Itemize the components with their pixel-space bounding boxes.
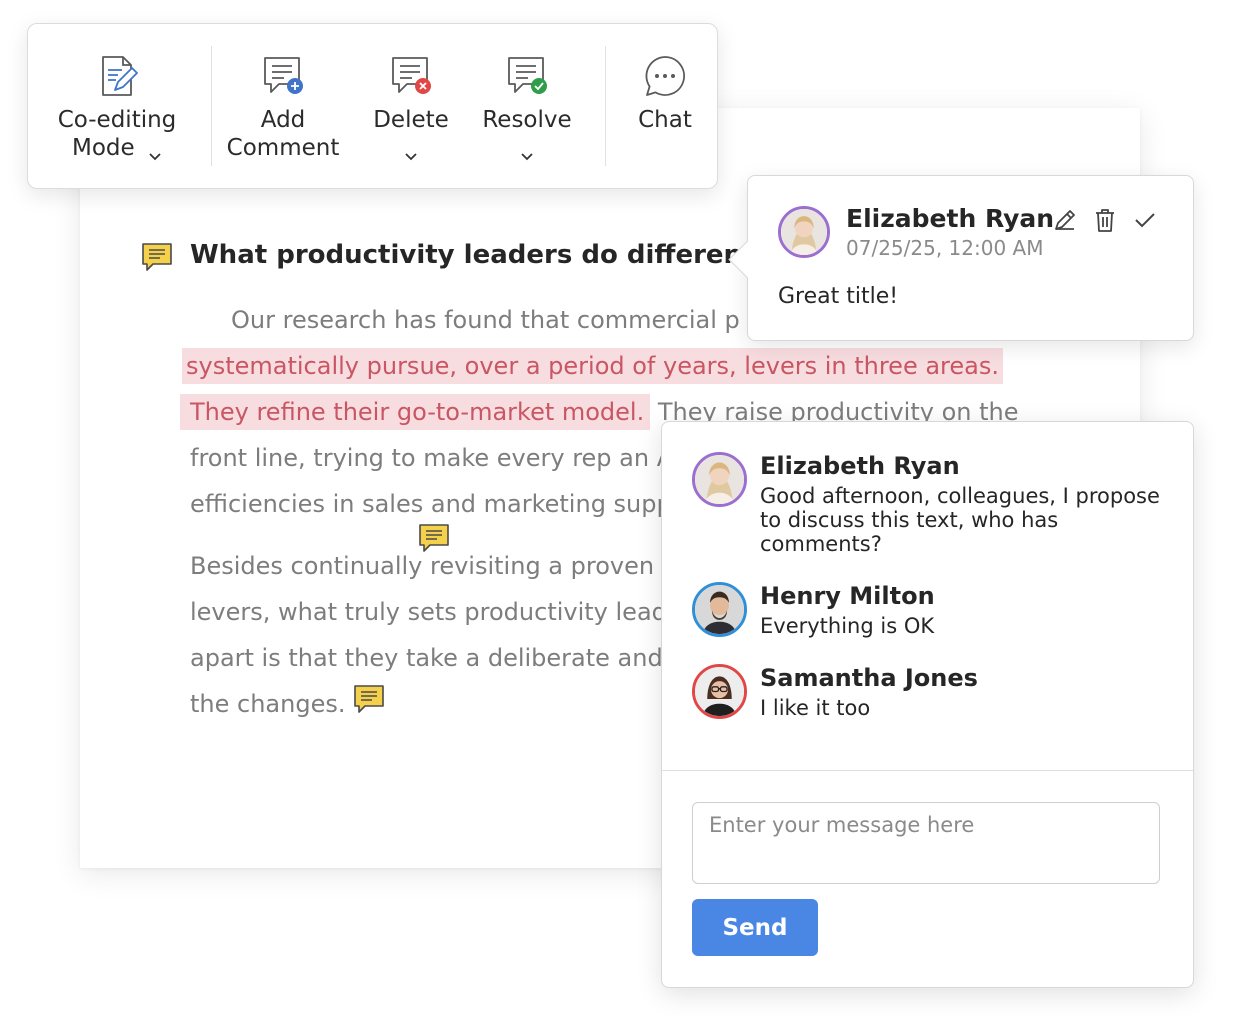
- chat-divider: [662, 770, 1193, 771]
- add-comment-button[interactable]: Add Comment: [224, 24, 342, 188]
- comment-marker-icon[interactable]: [353, 684, 385, 714]
- chat-author: Henry Milton: [760, 582, 935, 610]
- chat-message-input[interactable]: [692, 802, 1160, 884]
- edit-icon[interactable]: [1051, 206, 1079, 234]
- toolbar-label: Comment: [226, 135, 340, 161]
- comment-marker-icon[interactable]: [418, 523, 450, 553]
- delete-comment-icon: [389, 54, 433, 98]
- paragraph-line: efficiencies in sales and marketing supp: [190, 490, 672, 518]
- comment-marker-icon[interactable]: [141, 242, 173, 272]
- chat-message: Samantha Jones I like it too: [692, 664, 1173, 724]
- review-toolbar: Co-editing Mode Add Comment Delete Resol…: [27, 23, 718, 189]
- add-comment-icon: [261, 54, 305, 98]
- chevron-down-icon: [520, 142, 534, 160]
- comment-author: Elizabeth Ryan: [846, 204, 1055, 233]
- paragraph-line: Besides continually revisiting a proven: [190, 552, 655, 580]
- trash-icon[interactable]: [1091, 206, 1119, 234]
- resolve-comment-icon: [505, 54, 549, 98]
- toolbar-label: Delete: [373, 107, 449, 133]
- send-button[interactable]: Send: [692, 899, 818, 956]
- paragraph-line: the changes.: [190, 690, 346, 718]
- paragraph-line: systematically pursue, over a period of …: [182, 348, 1003, 384]
- comment-popover: Elizabeth Ryan 07/25/25, 12:00 AM Great …: [728, 175, 1194, 341]
- paragraph-line: front line, trying to make every rep an …: [190, 444, 674, 472]
- chat-panel: Elizabeth Ryan Good afternoon, colleague…: [661, 421, 1194, 988]
- comment-actions: [1051, 206, 1159, 234]
- toolbar-divider: [211, 46, 212, 166]
- paragraph-line: Our research has found that commercial p: [231, 306, 740, 334]
- chat-text: Everything is OK: [760, 614, 935, 638]
- avatar: [692, 452, 747, 507]
- chat-text: Good afternoon, colleagues, I propose to…: [760, 484, 1160, 556]
- highlighted-text[interactable]: systematically pursue, over a period of …: [182, 348, 1003, 384]
- resolve-comment-button[interactable]: Resolve: [472, 24, 582, 188]
- chat-message: Elizabeth Ryan Good afternoon, colleague…: [692, 452, 1173, 562]
- chat-button[interactable]: Chat: [616, 24, 714, 188]
- avatar: [692, 582, 747, 637]
- chat-text: I like it too: [760, 696, 871, 720]
- comment-date: 07/25/25, 12:00 AM: [846, 236, 1044, 260]
- avatar: [692, 664, 747, 719]
- paragraph-line: apart is that they take a deliberate and: [190, 644, 663, 672]
- highlighted-text[interactable]: They refine their go-to-market model.: [180, 394, 651, 430]
- toolbar-label: Resolve: [482, 107, 572, 133]
- chat-author: Samantha Jones: [760, 664, 978, 692]
- coediting-mode-icon: [95, 54, 139, 98]
- toolbar-label: Mode: [72, 135, 135, 161]
- chat-author: Elizabeth Ryan: [760, 452, 960, 480]
- coediting-mode-button[interactable]: Co-editing Mode: [48, 24, 186, 188]
- toolbar-label: Chat: [638, 107, 692, 133]
- chevron-down-icon: [404, 142, 418, 160]
- delete-comment-button[interactable]: Delete: [356, 24, 466, 188]
- chat-icon: [643, 54, 687, 98]
- toolbar-divider: [605, 46, 606, 166]
- chevron-down-icon: [148, 142, 162, 160]
- toolbar-label: Co-editing: [57, 107, 177, 133]
- comment-text: Great title!: [778, 284, 899, 309]
- avatar: [778, 206, 830, 258]
- paragraph-line: levers, what truly sets productivity lea…: [190, 598, 667, 626]
- document-heading: What productivity leaders do differently: [190, 240, 781, 270]
- checkmark-icon[interactable]: [1131, 206, 1159, 234]
- chat-message: Henry Milton Everything is OK: [692, 582, 1173, 642]
- toolbar-label: Add: [260, 107, 306, 133]
